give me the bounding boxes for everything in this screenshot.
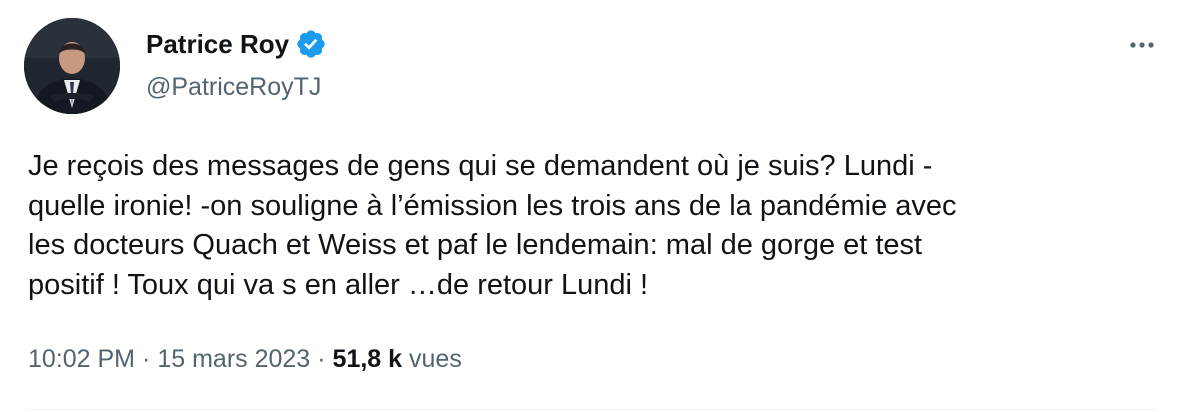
views-count[interactable]: 51,8 k [333,342,403,376]
meta-separator: · [317,345,326,373]
verified-badge-icon[interactable] [295,28,327,60]
author-display-name[interactable]: Patrice Roy [146,27,289,61]
meta-separator: · [142,345,151,373]
tweet-meta: 10:02 PM · 15 mars 2023 · 51,8 k vues [28,342,462,376]
tweet-text: Je reçois des messages de gens qui se de… [28,150,957,301]
tweet-time[interactable]: 10:02 PM [28,342,135,376]
avatar[interactable] [24,18,120,114]
more-options-icon[interactable] [1120,28,1164,62]
views-label[interactable]: vues [409,342,462,376]
views-label-spacer [402,342,409,376]
divider [28,409,1158,410]
tweet-date[interactable]: 15 mars 2023 [157,342,310,376]
avatar-photo [24,18,120,114]
author-handle[interactable]: @PatriceRoyTJ [146,70,321,104]
